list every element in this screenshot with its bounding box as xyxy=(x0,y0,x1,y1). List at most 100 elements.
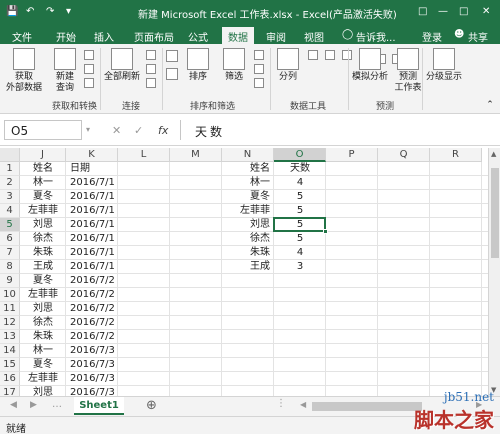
cell-k6[interactable]: 2016/7/1 xyxy=(66,232,118,246)
share-button[interactable]: 共享 xyxy=(468,29,488,44)
row-header-2[interactable]: 2 xyxy=(0,176,20,190)
cell-j8[interactable]: 王成 xyxy=(20,260,66,274)
close-icon[interactable]: ✕ xyxy=(482,6,490,17)
cell-j6[interactable]: 徐杰 xyxy=(20,232,66,246)
row-header-8[interactable]: 8 xyxy=(0,260,20,274)
column-header-p[interactable]: P xyxy=(326,148,378,162)
row-header-15[interactable]: 15 xyxy=(0,358,20,372)
name-box[interactable]: O5 xyxy=(4,120,82,140)
hscroll-left-icon[interactable]: ◀ xyxy=(300,400,306,409)
row-header-11[interactable]: 11 xyxy=(0,302,20,316)
tab-insert[interactable]: 插入 xyxy=(94,29,114,44)
cell-k10[interactable]: 2016/7/2 xyxy=(66,288,118,302)
cancel-icon[interactable]: ✕ xyxy=(112,124,121,137)
refresh-all-button[interactable]: 全部刷新 xyxy=(102,48,142,83)
row-header-10[interactable]: 10 xyxy=(0,288,20,302)
ribbon-display-icon[interactable]: □ xyxy=(418,6,427,17)
tab-data[interactable]: 数据 xyxy=(222,27,254,44)
tab-file[interactable]: 文件 xyxy=(12,29,32,44)
cell-n1[interactable]: 姓名 xyxy=(222,162,274,176)
cell-j13[interactable]: 朱珠 xyxy=(20,330,66,344)
cell-n4[interactable]: 左菲菲 xyxy=(222,204,274,218)
get-external-data-button[interactable]: 获取 外部数据 xyxy=(4,48,44,94)
collapse-ribbon-icon[interactable]: ⌃ xyxy=(484,100,496,111)
cell-n3[interactable]: 夏冬 xyxy=(222,190,274,204)
cell-j3[interactable]: 夏冬 xyxy=(20,190,66,204)
cell-j11[interactable]: 刘思 xyxy=(20,302,66,316)
row-header-17[interactable]: 17 xyxy=(0,386,20,396)
cell-j1[interactable]: 姓名 xyxy=(20,162,66,176)
row-header-7[interactable]: 7 xyxy=(0,246,20,260)
cell-j16[interactable]: 左菲菲 xyxy=(20,372,66,386)
column-header-j[interactable]: J xyxy=(20,148,66,162)
scroll-up-icon[interactable]: ▲ xyxy=(491,150,496,158)
prev-sheet-icon[interactable]: ◀ xyxy=(10,400,17,410)
column-header-o[interactable]: O xyxy=(274,148,326,162)
row-header-12[interactable]: 12 xyxy=(0,316,20,330)
row-header-6[interactable]: 6 xyxy=(0,232,20,246)
cell-n2[interactable]: 林一 xyxy=(222,176,274,190)
connections-icon[interactable] xyxy=(146,50,156,60)
tell-me-box[interactable]: 告诉我... xyxy=(356,29,396,44)
row-header-14[interactable]: 14 xyxy=(0,344,20,358)
cell-k16[interactable]: 2016/7/3 xyxy=(66,372,118,386)
reapply-icon[interactable] xyxy=(254,64,264,74)
minimize-icon[interactable]: — xyxy=(438,6,448,17)
cell-k1[interactable]: 日期 xyxy=(66,162,118,176)
cell-k8[interactable]: 2016/7/1 xyxy=(66,260,118,274)
flash-fill-icon[interactable] xyxy=(308,50,318,60)
properties-icon[interactable] xyxy=(146,64,156,74)
column-header-l[interactable]: L xyxy=(118,148,170,162)
more-sheets-icon[interactable]: … xyxy=(52,399,62,410)
cell-j12[interactable]: 徐杰 xyxy=(20,316,66,330)
row-header-3[interactable]: 3 xyxy=(0,190,20,204)
recent-sources-icon[interactable] xyxy=(84,78,94,88)
name-box-dropdown-icon[interactable]: ▾ xyxy=(86,125,90,134)
edit-links-icon[interactable] xyxy=(146,78,156,88)
cell-k9[interactable]: 2016/7/2 xyxy=(66,274,118,288)
maximize-icon[interactable]: □ xyxy=(459,6,468,17)
forecast-sheet-button[interactable]: 预测 工作表 xyxy=(392,48,424,94)
cell-o4[interactable]: 5 xyxy=(274,204,326,218)
cell-o8[interactable]: 3 xyxy=(274,260,326,274)
add-sheet-button[interactable]: ⊕ xyxy=(146,398,157,413)
insert-function-button[interactable]: fx xyxy=(158,124,168,137)
cell-j2[interactable]: 林一 xyxy=(20,176,66,190)
vertical-scrollbar[interactable]: ▲ ▼ xyxy=(488,148,500,396)
what-if-analysis-button[interactable]: 模拟分析 xyxy=(350,48,390,83)
save-icon[interactable]: 💾 xyxy=(6,6,18,17)
cell-k17[interactable]: 2016/7/3 xyxy=(66,386,118,396)
cell-k14[interactable]: 2016/7/3 xyxy=(66,344,118,358)
cell-j9[interactable]: 夏冬 xyxy=(20,274,66,288)
formula-input[interactable]: 天数 xyxy=(180,120,496,140)
text-to-columns-button[interactable]: 分列 xyxy=(274,48,302,83)
fill-handle[interactable] xyxy=(323,229,328,234)
cell-j4[interactable]: 左菲菲 xyxy=(20,204,66,218)
sort-ascending-icon[interactable] xyxy=(166,50,178,62)
cell-j5[interactable]: 刘思 xyxy=(20,218,66,232)
cell-n6[interactable]: 徐杰 xyxy=(222,232,274,246)
row-header-4[interactable]: 4 xyxy=(0,204,20,218)
sheet-tab-sheet1[interactable]: Sheet1 xyxy=(74,397,124,415)
cell-k3[interactable]: 2016/7/1 xyxy=(66,190,118,204)
cell-k5[interactable]: 2016/7/1 xyxy=(66,218,118,232)
row-header-1[interactable]: 1 xyxy=(0,162,20,176)
cell-k13[interactable]: 2016/7/2 xyxy=(66,330,118,344)
column-header-k[interactable]: K xyxy=(66,148,118,162)
cell-k11[interactable]: 2016/7/2 xyxy=(66,302,118,316)
redo-icon[interactable]: ↷ xyxy=(46,6,54,17)
cell-k4[interactable]: 2016/7/1 xyxy=(66,204,118,218)
cell-o7[interactable]: 4 xyxy=(274,246,326,260)
cell-o3[interactable]: 5 xyxy=(274,190,326,204)
cell-j15[interactable]: 夏冬 xyxy=(20,358,66,372)
sort-descending-icon[interactable] xyxy=(166,68,178,80)
cell-o1[interactable]: 天数 xyxy=(274,162,326,176)
filter-button[interactable]: 筛选 xyxy=(220,48,248,83)
undo-icon[interactable]: ↶ xyxy=(26,6,34,17)
cell-k7[interactable]: 2016/7/1 xyxy=(66,246,118,260)
from-table-icon[interactable] xyxy=(84,64,94,74)
login-link[interactable]: 登录 xyxy=(422,29,442,44)
horizontal-scroll-thumb[interactable] xyxy=(312,402,422,411)
row-header-9[interactable]: 9 xyxy=(0,274,20,288)
row-header-16[interactable]: 16 xyxy=(0,372,20,386)
